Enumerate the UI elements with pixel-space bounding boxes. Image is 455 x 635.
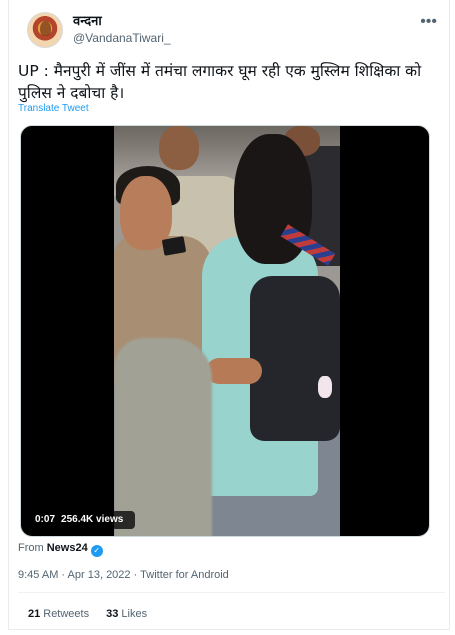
more-icon[interactable]: •••: [420, 14, 437, 30]
likes-label: Likes: [121, 608, 148, 620]
video-backpack: [250, 276, 340, 441]
divider: [18, 592, 445, 593]
translate-tweet-link[interactable]: Translate Tweet: [18, 103, 89, 114]
tweet-date[interactable]: Apr 13, 2022: [68, 569, 131, 581]
video-hands: [206, 358, 262, 384]
display-name[interactable]: वन्दना: [73, 13, 171, 30]
tweet-header: वन्दना @VandanaTiwari_ •••: [27, 12, 439, 52]
meta-separator: ·: [61, 569, 66, 581]
avatar[interactable]: [27, 12, 63, 48]
source-name[interactable]: News24: [47, 542, 88, 554]
user-handle[interactable]: @VandanaTiwari_: [73, 30, 171, 46]
verified-badge-icon: ✓: [90, 545, 103, 557]
video-foreground-blur: [114, 338, 212, 536]
video-frame[interactable]: [114, 126, 340, 536]
tweet-client[interactable]: Twitter for Android: [140, 569, 229, 581]
likes-count: 33: [106, 608, 119, 620]
video-figure-man-head: [159, 126, 199, 170]
tweet-time[interactable]: 9:45 AM: [18, 569, 58, 581]
tweet-stats: 21 Retweets 33 Likes: [28, 606, 161, 622]
video-views: 256.4K views: [61, 514, 124, 525]
video-time-badge: 0:07 256.4K views: [29, 511, 136, 529]
meta-separator: ·: [133, 569, 138, 581]
video-bag-patch: [318, 376, 332, 398]
retweets-label: Retweets: [43, 608, 90, 620]
source-prefix: From: [18, 542, 44, 554]
media-source: From News24 ✓: [18, 540, 103, 557]
video-player[interactable]: 0:07 256.4K views: [20, 125, 430, 537]
user-info[interactable]: वन्दना @VandanaTiwari_: [73, 13, 171, 46]
retweets-stat[interactable]: 21 Retweets: [28, 608, 89, 620]
likes-stat[interactable]: 33 Likes: [106, 608, 147, 620]
video-time: 0:07: [35, 514, 56, 525]
tweet-text: UP : मैनपुरी में जींस में तमंचा लगाकर घू…: [18, 62, 422, 102]
tweet-meta: 9:45 AM · Apr 13, 2022 · Twitter for And…: [18, 567, 229, 583]
retweets-count: 21: [28, 608, 41, 620]
